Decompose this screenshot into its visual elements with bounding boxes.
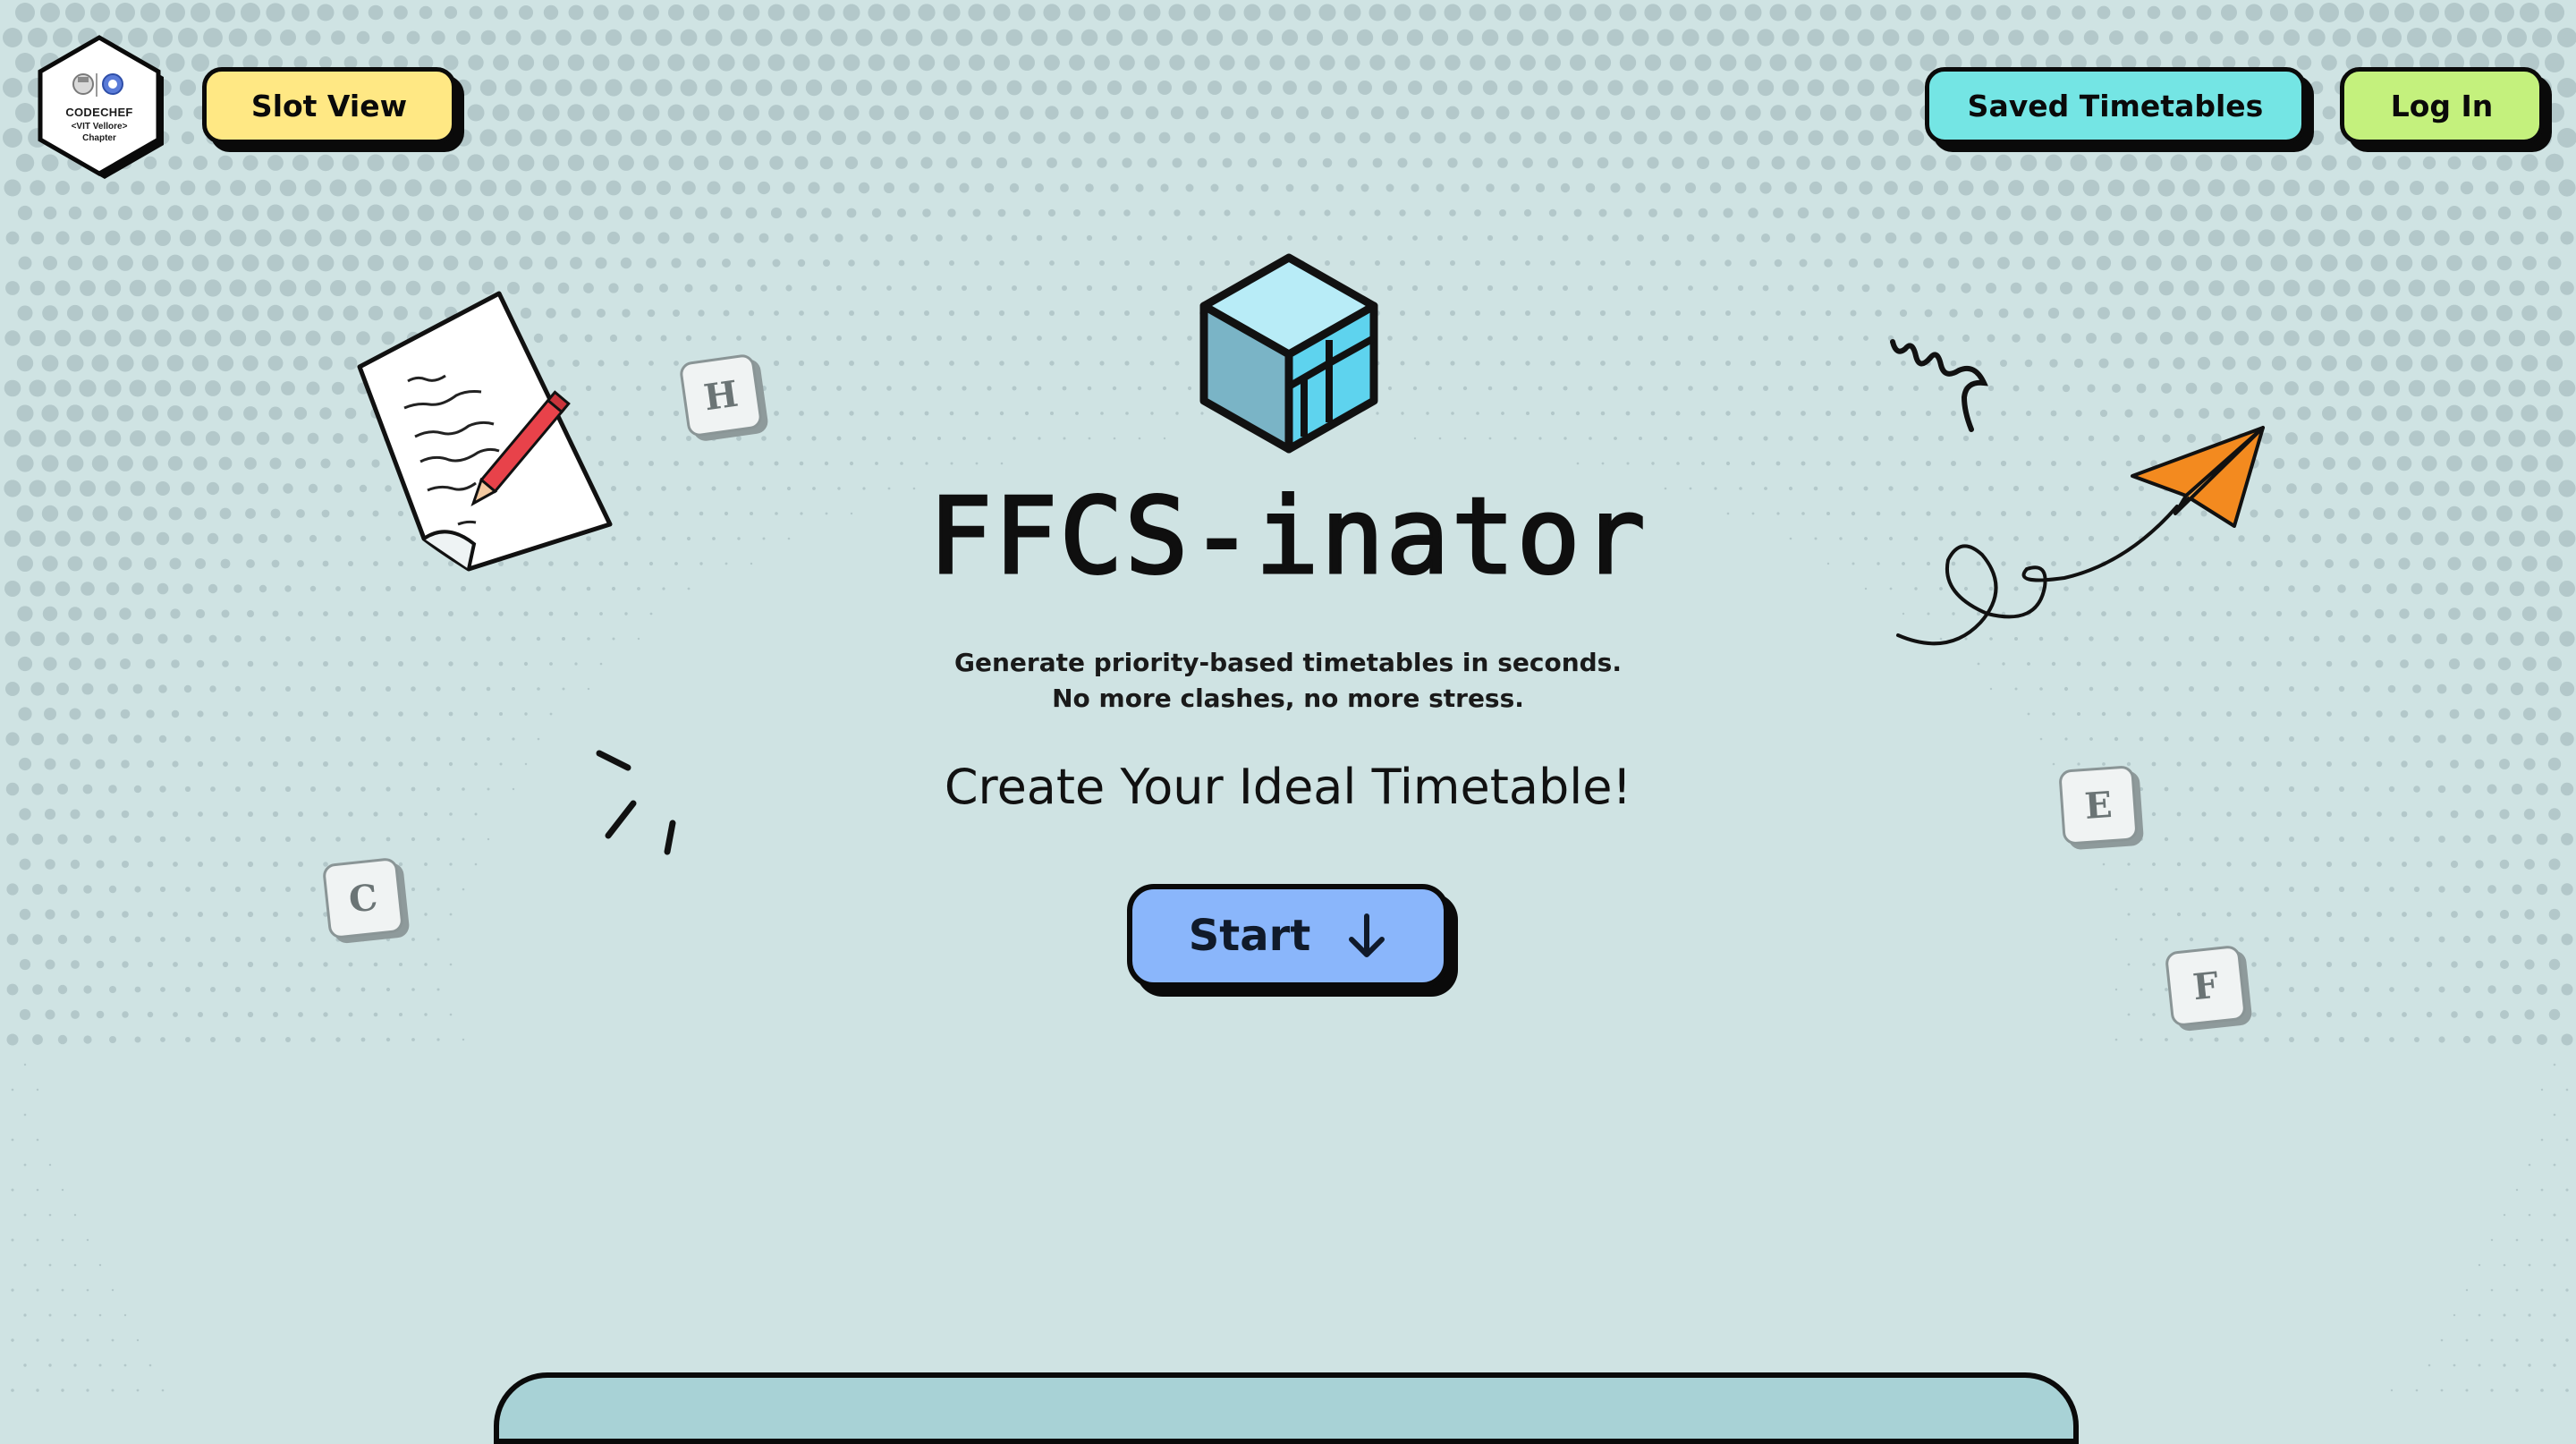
codechef-logo[interactable]: CODECHEF <VIT Vellore> Chapter xyxy=(32,32,166,184)
logo-title: CODECHEF xyxy=(65,106,133,119)
cube-logo-icon xyxy=(1199,253,1378,454)
start-button-label: Start xyxy=(1188,911,1311,961)
hero-subtitle-line1: Generate priority-based timetables in se… xyxy=(954,648,1622,677)
letter-tile-c: C xyxy=(321,856,405,940)
page-title: FFCS-inator xyxy=(928,473,1648,599)
start-button[interactable]: Start xyxy=(1127,884,1449,988)
login-button[interactable]: Log In xyxy=(2340,67,2544,144)
hero-subtitle-line2: No more clashes, no more stress. xyxy=(1052,684,1524,713)
arrow-down-icon xyxy=(1349,913,1385,957)
content-panel-top-edge xyxy=(494,1372,2079,1444)
letter-tile-h: H xyxy=(678,353,764,438)
logo-chapter: Chapter xyxy=(82,133,116,143)
slot-view-button[interactable]: Slot View xyxy=(202,67,456,144)
saved-timetables-button[interactable]: Saved Timetables xyxy=(1925,67,2306,144)
hero-cta-heading: Create Your Ideal Timetable! xyxy=(944,759,1632,815)
letter-tile-f: F xyxy=(2164,944,2248,1028)
logo-subtitle: <VIT Vellore> xyxy=(71,122,128,132)
